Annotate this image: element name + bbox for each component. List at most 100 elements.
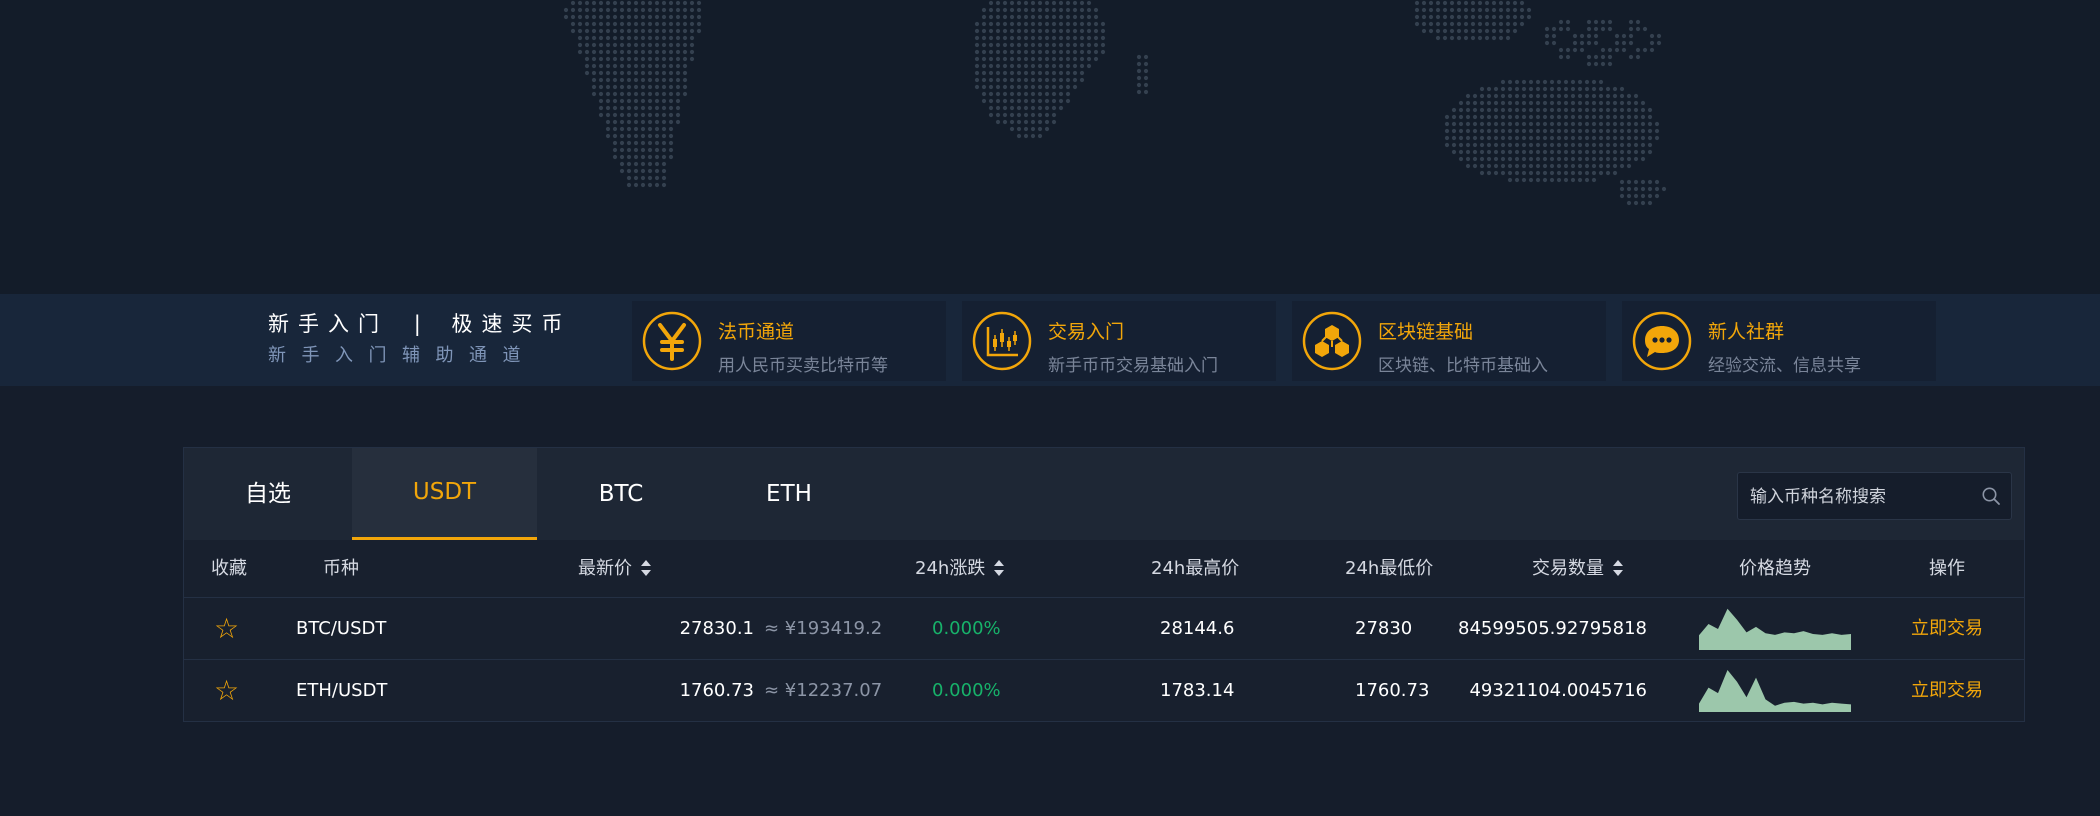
map-dot	[619, 126, 625, 132]
map-dot	[640, 14, 646, 20]
map-dot	[668, 77, 674, 83]
col-24h-low: 24h最低价	[1345, 558, 1434, 579]
map-dot	[1086, 14, 1092, 20]
map-dot	[1037, 0, 1043, 6]
tab-usdt[interactable]: USDT	[352, 448, 537, 540]
map-dot	[1577, 177, 1583, 183]
map-dot	[633, 91, 639, 97]
trade-now-link[interactable]: 立即交易	[1911, 660, 1983, 721]
map-dot	[1500, 156, 1506, 162]
map-dot	[633, 14, 639, 20]
col-latest-price[interactable]: 最新价	[578, 540, 652, 597]
map-dot	[626, 56, 632, 62]
map-dot	[1626, 186, 1632, 192]
map-dot	[1479, 107, 1485, 113]
table-row[interactable]: ☆ ETH/USDT 1760.73 ≈ ¥12237.07 0.000% 17…	[184, 660, 2024, 722]
col-24h-change[interactable]: 24h涨跌	[915, 540, 1005, 597]
tab-btc[interactable]: BTC	[537, 448, 705, 540]
map-dot	[689, 21, 695, 27]
sort-icon[interactable]	[1612, 559, 1624, 577]
map-dot	[647, 49, 653, 55]
favorite-star-icon[interactable]: ☆	[214, 598, 239, 659]
map-dot	[1458, 107, 1464, 113]
map-dot	[1072, 63, 1078, 69]
map-dot	[1479, 114, 1485, 120]
col-volume[interactable]: 交易数量	[1532, 540, 1624, 597]
map-dot	[1605, 156, 1611, 162]
map-dot	[1016, 7, 1022, 13]
map-dot	[1444, 142, 1450, 148]
coin-search-input[interactable]	[1748, 473, 1972, 521]
map-dot	[598, 63, 604, 69]
map-dot	[1421, 21, 1427, 27]
map-dot	[1498, 14, 1504, 20]
map-dot	[654, 14, 660, 20]
map-dot	[1600, 61, 1606, 67]
map-dot	[1649, 40, 1655, 46]
sparkline-area	[1699, 670, 1851, 712]
map-dot	[1051, 28, 1057, 34]
guide-card-blockchain-basics[interactable]: 区块链基础 区块链、比特币基础入	[1292, 301, 1606, 381]
guide-title-right[interactable]: 极速买币	[451, 312, 571, 336]
map-dot	[1591, 93, 1597, 99]
map-dot	[661, 84, 667, 90]
map-dot	[1649, 33, 1655, 39]
map-dot	[995, 105, 1001, 111]
map-dot	[661, 147, 667, 153]
map-dot	[654, 56, 660, 62]
table-row[interactable]: ☆ BTC/USDT 27830.1 ≈ ¥193419.2 0.000% 28…	[184, 598, 2024, 660]
guide-card-title: 区块链基础	[1378, 321, 1474, 343]
tab-eth[interactable]: ETH	[705, 448, 873, 540]
sort-icon[interactable]	[993, 559, 1005, 577]
map-dot	[619, 133, 625, 139]
map-dot	[995, 7, 1001, 13]
map-dot	[1058, 14, 1064, 20]
map-dot	[1535, 142, 1541, 148]
map-dot	[1572, 47, 1578, 53]
map-dot	[1556, 100, 1562, 106]
guide-card-trading-intro[interactable]: 交易入门 新手币币交易基础入门	[962, 301, 1276, 381]
map-dot	[1612, 121, 1618, 127]
map-dot	[689, 28, 695, 34]
map-dot	[654, 7, 660, 13]
map-dot	[654, 175, 660, 181]
map-dot	[1535, 170, 1541, 176]
trade-now-link[interactable]: 立即交易	[1911, 598, 1983, 659]
favorite-star-icon[interactable]: ☆	[214, 660, 239, 721]
map-dot	[661, 77, 667, 83]
map-dot	[1640, 186, 1646, 192]
map-dot	[661, 161, 667, 167]
map-dot	[1563, 100, 1569, 106]
sort-icon[interactable]	[640, 559, 652, 577]
tab-favorites[interactable]: 自选	[184, 448, 352, 540]
map-dot	[1586, 26, 1592, 32]
guide-card-community[interactable]: 新人社群 经验交流、信息共享	[1622, 301, 1936, 381]
map-dot	[995, 42, 1001, 48]
map-dot	[1442, 14, 1448, 20]
pair-name[interactable]: ETH/USDT	[296, 660, 387, 721]
map-dot	[682, 70, 688, 76]
guide-card-fiat[interactable]: 法币通道 用人民币买卖比特币等	[632, 301, 946, 381]
map-dot	[1605, 107, 1611, 113]
high-24h: 1783.14	[1160, 680, 1235, 701]
map-dot	[591, 0, 597, 6]
map-dot	[1528, 128, 1534, 134]
map-dot	[668, 28, 674, 34]
map-dot	[1535, 135, 1541, 141]
map-dot	[1479, 149, 1485, 155]
map-dot	[1065, 63, 1071, 69]
map-dot	[647, 154, 653, 160]
search-icon[interactable]	[1981, 486, 2001, 506]
map-dot	[1009, 63, 1015, 69]
map-dot	[1577, 114, 1583, 120]
map-dot	[1654, 193, 1660, 199]
map-dot	[1009, 98, 1015, 104]
map-dot	[981, 14, 987, 20]
pair-name[interactable]: BTC/USDT	[296, 598, 386, 659]
price-trend-sparkline	[1699, 670, 1851, 712]
map-dot	[584, 7, 590, 13]
map-dot	[1136, 68, 1142, 74]
map-dot	[612, 28, 618, 34]
map-dot	[1619, 193, 1625, 199]
guide-title-left[interactable]: 新手入门	[268, 312, 388, 336]
